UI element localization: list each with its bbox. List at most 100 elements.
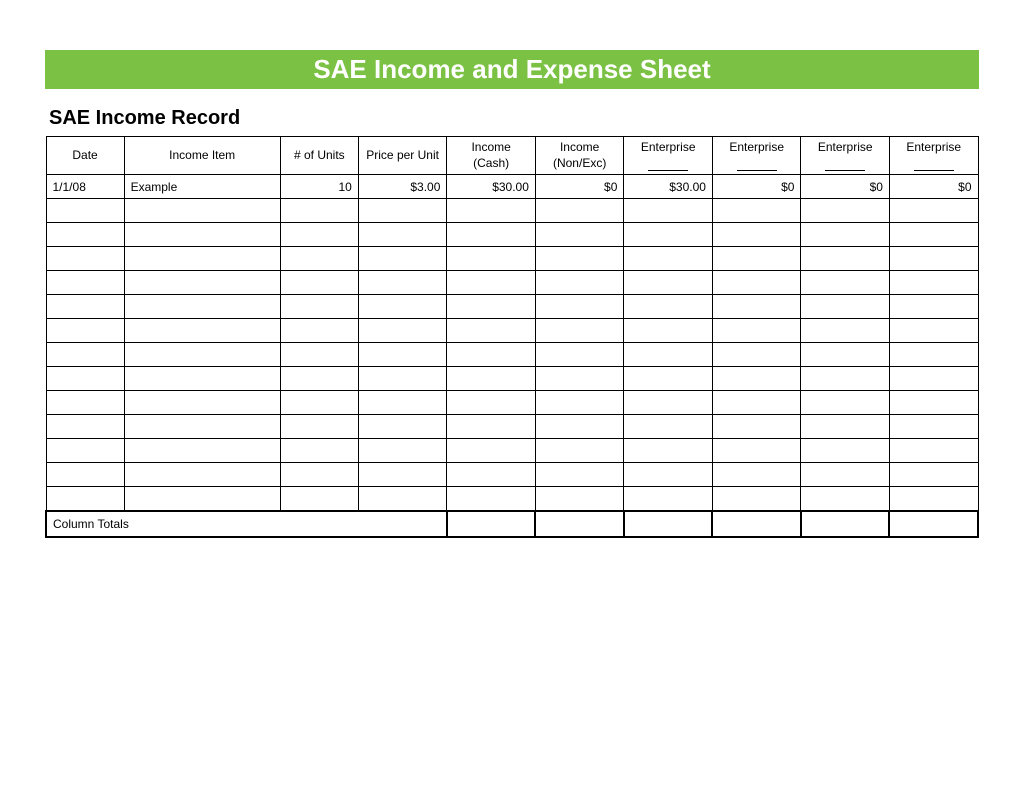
cell — [535, 223, 624, 247]
header-ent4: Enterprise — [889, 137, 978, 175]
income-table: Date Income Item # of Units Price per Un… — [45, 136, 979, 538]
cell — [124, 367, 280, 391]
cell — [280, 439, 358, 463]
cell — [46, 415, 124, 439]
table-row — [46, 319, 978, 343]
cell — [447, 463, 536, 487]
cell — [280, 463, 358, 487]
cell — [712, 511, 801, 537]
cell — [358, 463, 447, 487]
cell: $0 — [801, 175, 890, 199]
cell — [535, 319, 624, 343]
cell — [447, 439, 536, 463]
cell — [889, 295, 978, 319]
cell — [889, 487, 978, 511]
header-ent1: Enterprise — [624, 137, 713, 175]
cell — [447, 511, 536, 537]
cell — [712, 463, 801, 487]
cell — [447, 391, 536, 415]
cell — [889, 319, 978, 343]
cell — [124, 391, 280, 415]
table-row: 1/1/08Example10$3.00$30.00$0$30.00$0$0$0 — [46, 175, 978, 199]
cell — [801, 343, 890, 367]
cell — [447, 487, 536, 511]
cell — [624, 367, 713, 391]
cell — [624, 271, 713, 295]
cell — [624, 343, 713, 367]
cell — [535, 343, 624, 367]
table-row — [46, 199, 978, 223]
cell — [889, 511, 978, 537]
cell — [358, 415, 447, 439]
cell — [712, 223, 801, 247]
cell — [447, 343, 536, 367]
cell: $0 — [889, 175, 978, 199]
cell — [801, 223, 890, 247]
cell — [124, 415, 280, 439]
cell: Example — [124, 175, 280, 199]
cell — [46, 343, 124, 367]
cell: $30.00 — [624, 175, 713, 199]
cell: $3.00 — [358, 175, 447, 199]
cell — [447, 295, 536, 319]
cell — [124, 199, 280, 223]
cell — [624, 487, 713, 511]
table-row — [46, 463, 978, 487]
cell — [447, 367, 536, 391]
cell — [46, 463, 124, 487]
cell — [358, 199, 447, 223]
cell — [124, 439, 280, 463]
cell — [535, 367, 624, 391]
cell — [712, 439, 801, 463]
cell — [46, 271, 124, 295]
cell — [124, 271, 280, 295]
cell — [46, 199, 124, 223]
table-row — [46, 439, 978, 463]
cell — [801, 439, 890, 463]
cell — [889, 223, 978, 247]
cell — [358, 223, 447, 247]
cell — [889, 415, 978, 439]
table-row — [46, 271, 978, 295]
cell — [624, 439, 713, 463]
cell — [624, 463, 713, 487]
cell — [447, 415, 536, 439]
header-cash: Income (Cash) — [447, 137, 536, 175]
cell — [358, 319, 447, 343]
cell — [535, 439, 624, 463]
cell — [280, 247, 358, 271]
cell — [447, 271, 536, 295]
cell — [447, 319, 536, 343]
table-row — [46, 487, 978, 511]
cell — [280, 415, 358, 439]
cell — [46, 439, 124, 463]
cell — [535, 511, 624, 537]
table-row — [46, 367, 978, 391]
cell — [889, 343, 978, 367]
cell — [889, 271, 978, 295]
cell — [280, 223, 358, 247]
cell — [358, 367, 447, 391]
cell — [280, 295, 358, 319]
cell — [46, 223, 124, 247]
cell — [801, 487, 890, 511]
cell — [447, 199, 536, 223]
cell — [46, 319, 124, 343]
cell — [712, 391, 801, 415]
cell — [624, 319, 713, 343]
totals-label: Column Totals — [46, 511, 447, 537]
cell — [801, 415, 890, 439]
cell — [358, 295, 447, 319]
cell — [358, 439, 447, 463]
cell — [712, 319, 801, 343]
cell — [124, 247, 280, 271]
cell: $30.00 — [447, 175, 536, 199]
cell: 10 — [280, 175, 358, 199]
cell — [46, 367, 124, 391]
cell — [535, 463, 624, 487]
cell — [280, 343, 358, 367]
header-ent3: Enterprise — [801, 137, 890, 175]
table-row — [46, 343, 978, 367]
cell — [889, 439, 978, 463]
cell — [124, 343, 280, 367]
